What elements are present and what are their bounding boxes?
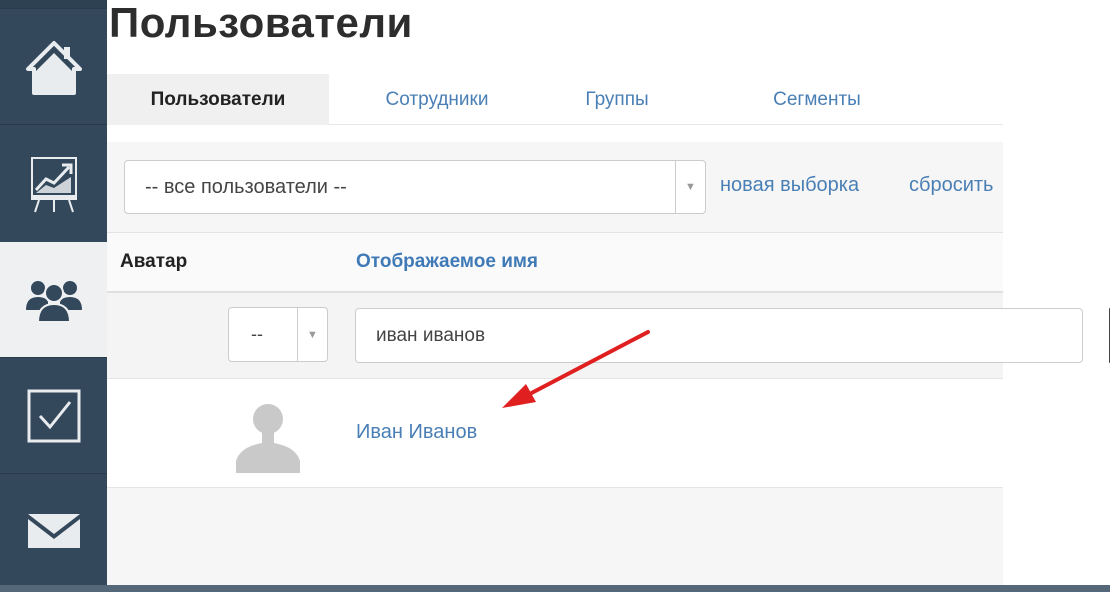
selection-dropdown-value: -- все пользователи -- [145, 176, 347, 198]
column-header-avatar: Аватар [120, 251, 188, 272]
name-filter-input[interactable] [355, 308, 1083, 363]
envelope-icon [27, 513, 80, 548]
home-icon [25, 40, 82, 95]
page-title: Пользователи [109, 0, 413, 46]
tabs-bar: Пользователи Сотрудники Группы Сегменты [107, 74, 1003, 125]
tab-groups[interactable]: Группы [547, 74, 687, 125]
bottom-bar [0, 585, 1110, 592]
annotation-arrow [502, 330, 650, 408]
sidebar [0, 0, 107, 592]
user-name-link[interactable]: Иван Иванов [356, 421, 477, 444]
selection-dropdown[interactable]: -- все пользователи -- ▼ [124, 160, 706, 214]
avatar-filter-select[interactable]: -- ▼ [228, 307, 328, 362]
reset-link[interactable]: сбросить [909, 174, 993, 197]
chart-board-icon [30, 156, 77, 212]
sidebar-item-statistics[interactable] [0, 124, 107, 242]
tab-employees[interactable]: Сотрудники [352, 74, 522, 125]
tab-segments[interactable]: Сегменты [717, 74, 917, 125]
sidebar-item-home[interactable] [0, 8, 107, 124]
sidebar-item-tasks[interactable] [0, 357, 107, 473]
sidebar-item-messages[interactable] [0, 473, 107, 585]
avatar-filter-value: -- [251, 324, 263, 344]
column-header-display-name[interactable]: Отображаемое имя [356, 251, 538, 273]
sidebar-item-users[interactable] [0, 242, 107, 357]
sidebar-top-strip [0, 0, 107, 8]
new-selection-link[interactable]: новая выборка [720, 174, 859, 197]
checkbox-icon [27, 389, 80, 442]
table-header: Аватар Отображаемое имя [107, 232, 1003, 293]
dropdown-arrow-icon[interactable]: ▼ [297, 308, 327, 361]
dropdown-arrow-icon[interactable]: ▼ [675, 161, 705, 213]
users-icon [25, 280, 82, 322]
tab-users[interactable]: Пользователи [107, 74, 329, 125]
avatar-placeholder-icon [236, 404, 300, 473]
